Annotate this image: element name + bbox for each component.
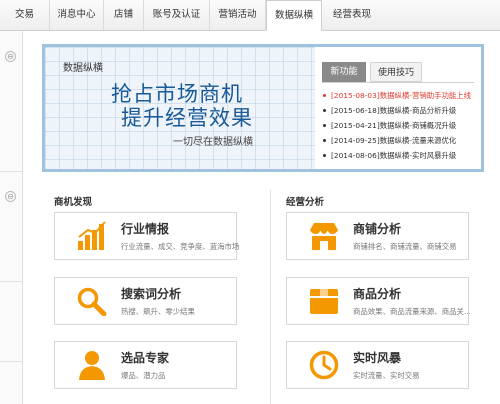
card-title: 搜索词分析 (121, 287, 182, 301)
tab-new-features[interactable]: 新功能 (322, 62, 366, 82)
news-link[interactable]: [2014-09-25]数据纵横-流量来源优化 (322, 135, 456, 146)
sidebar-divider (0, 361, 22, 362)
card-title: 商铺分析 (353, 222, 402, 236)
tab-data-analytics[interactable]: 数据纵横 (266, 0, 322, 31)
tab-message-center[interactable]: 消息中心 (50, 0, 104, 30)
banner-graphic: 数据纵横 抢占市场商机 提升经营效果 一切尽在数据纵横 (45, 47, 315, 169)
card-desc: 热搜、飙升、零少结果 (121, 307, 195, 316)
sidebar-divider (0, 171, 22, 172)
card-title: 选品专家 (121, 351, 170, 365)
tab-account-verification[interactable]: 账号及认证 (144, 0, 210, 30)
box-icon (310, 289, 338, 314)
card-shop-analysis[interactable]: 商铺分析 商铺排名、商铺流量、商铺交易 (286, 212, 469, 260)
banner-label: 数据纵横 (63, 63, 103, 74)
card-desc: 商品效果、商品流量来源、商品关... (353, 307, 471, 316)
news-panel: 新功能 使用技巧 [2015-08-03]数据纵横-营销助手功能上线 [2015… (315, 47, 481, 169)
clock-icon (309, 350, 339, 380)
sidebar-divider (0, 281, 22, 282)
tab-marketing[interactable]: 营销活动 (210, 0, 266, 30)
banner-headline-2: 提升经营效果 (121, 106, 253, 130)
banner-subline: 一切尽在数据纵横 (173, 137, 253, 148)
top-navigation: 交易 消息中心 店铺 账号及认证 营销活动 数据纵横 经营表现 (0, 0, 500, 31)
left-sidebar: ⊖ ⊖ (0, 31, 23, 404)
news-link[interactable]: [2014-08-06]数据纵横-实时风暴升级 (322, 150, 456, 161)
news-link[interactable]: [2015-04-21]数据纵横-商铺概况升级 (322, 120, 456, 131)
news-link[interactable]: [2015-06-18]数据纵横-商品分析升级 (322, 105, 456, 116)
tab-usage-tips[interactable]: 使用技巧 (370, 62, 422, 82)
section-title-business-analysis: 经营分析 (286, 197, 325, 208)
card-product-selection[interactable]: 选品专家 爆品、潜力品 (54, 341, 237, 389)
card-desc: 商铺排名、商铺流量、商铺交易 (353, 242, 457, 251)
bar-chart-icon (78, 221, 106, 250)
tab-business-performance[interactable]: 经营表现 (322, 0, 382, 30)
section-title-opportunity: 商机发现 (54, 197, 93, 208)
tab-store[interactable]: 店铺 (104, 0, 144, 30)
card-desc: 行业流量、成交、竞争度、蓝海市场 (121, 242, 240, 251)
section-divider (270, 190, 271, 404)
promo-banner: 数据纵横 抢占市场商机 提升经营效果 一切尽在数据纵横 新功能 使用技巧 [20… (42, 44, 484, 172)
card-title: 行业情报 (121, 222, 170, 236)
card-desc: 爆品、潜力品 (121, 371, 166, 380)
card-title: 实时风暴 (353, 351, 402, 365)
shop-icon (310, 223, 338, 250)
collapse-icon[interactable]: ⊖ (5, 191, 16, 202)
card-product-analysis[interactable]: 商品分析 商品效果、商品流量来源、商品关... (286, 277, 471, 325)
card-title: 商品分析 (353, 287, 402, 301)
card-realtime-storm[interactable]: 实时风暴 实时流量、实时交易 (286, 341, 469, 389)
magnifier-icon (77, 287, 107, 316)
person-icon (79, 351, 105, 380)
card-desc: 实时流量、实时交易 (353, 371, 420, 380)
card-search-term-analysis[interactable]: 搜索词分析 热搜、飙升、零少结果 (54, 277, 237, 325)
news-link[interactable]: [2015-08-03]数据纵横-营销助手功能上线 (322, 90, 471, 101)
tab-trade[interactable]: 交易 (0, 0, 50, 30)
collapse-icon[interactable]: ⊖ (5, 51, 16, 62)
card-industry-intel[interactable]: 行业情报 行业流量、成交、竞争度、蓝海市场 (54, 212, 240, 260)
tab-underline (322, 82, 474, 83)
